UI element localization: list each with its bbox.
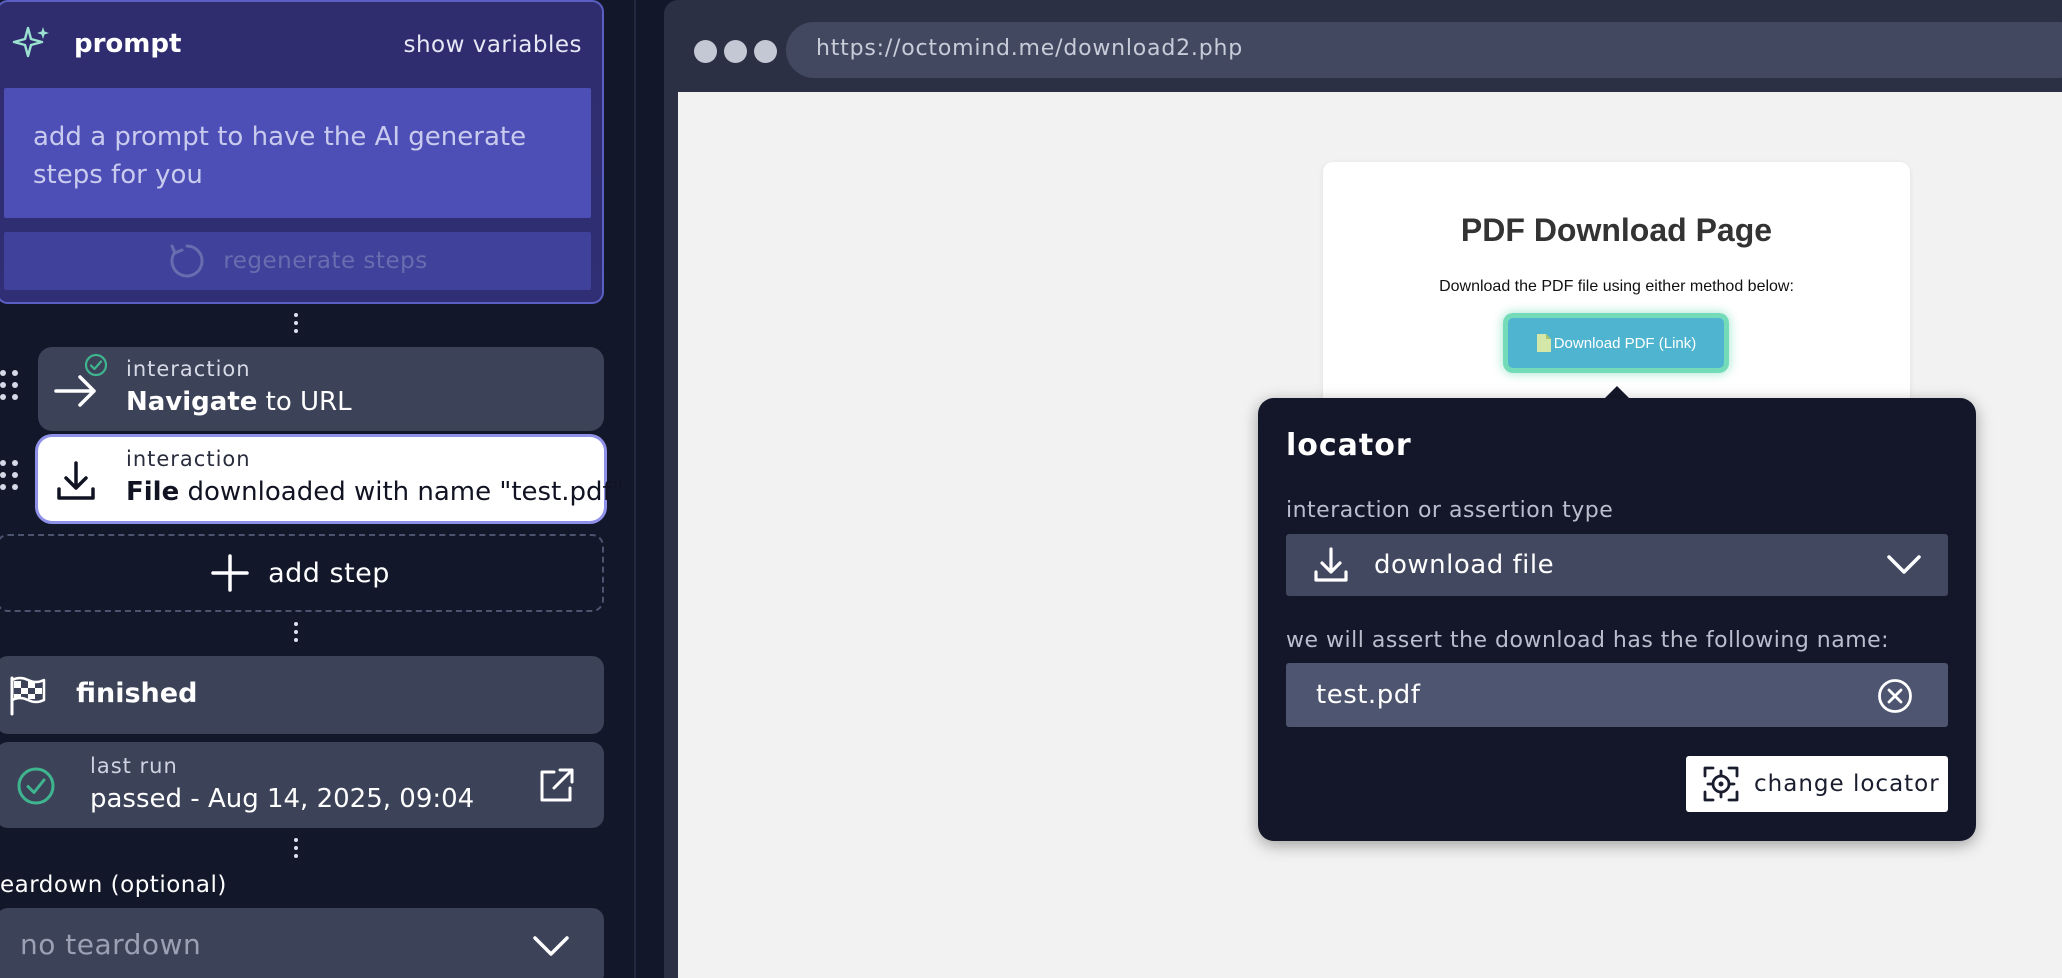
crosshair-icon [1703,766,1739,802]
test-editor-panel: prompt show variables add a prompt to ha… [0,0,636,978]
regenerate-steps-button[interactable]: regenerate steps [4,232,591,290]
window-controls [694,40,777,63]
finished-label: finished [76,678,198,709]
locator-title: locator [1286,428,1412,463]
plus-icon [211,554,249,592]
step-description: File downloaded with name "test.pdf" [126,477,624,507]
chevron-down-icon [1887,555,1921,574]
panel-divider [634,0,636,978]
checkered-flag-icon [10,676,46,716]
refresh-icon [170,244,204,278]
download-name-label: we will assert the download has the foll… [1286,628,1890,653]
connector-dots [293,838,299,858]
document-icon [1536,334,1551,352]
prompt-header: prompt show variables [12,24,592,68]
connector-dots [293,622,299,642]
prompt-input[interactable]: add a prompt to have the AI generate ste… [4,88,591,218]
download-pdf-link-button[interactable]: Download PDF (Link) [1508,318,1724,368]
prompt-card: prompt show variables add a prompt to ha… [0,0,604,304]
check-circle-icon [17,767,55,805]
page-subtitle: Download the PDF file using either metho… [1439,278,1794,295]
show-variables-button[interactable]: show variables [403,32,582,58]
regenerate-steps-label: regenerate steps [223,248,428,274]
step-description: Navigate to URL [126,387,352,417]
download-icon [57,461,95,500]
drag-handle[interactable] [0,370,22,404]
drag-handle[interactable] [0,460,22,494]
download-name-input[interactable] [1286,663,1948,727]
change-locator-button[interactable]: change locator [1686,756,1948,812]
step-kind: interaction [126,447,251,471]
url-text: https://octomind.me/download2.php [816,36,1243,61]
type-label: interaction or assertion type [1286,498,1614,523]
external-link-icon[interactable] [536,766,576,806]
last-run-label: last run [90,754,178,778]
finished-step: finished [0,656,604,734]
interaction-type-value: download file [1374,550,1555,580]
add-step-button[interactable]: add step [0,534,604,612]
change-locator-label: change locator [1754,771,1940,797]
teardown-select[interactable]: no teardown [0,908,604,978]
download-icon [1314,547,1348,582]
step-kind: interaction [126,357,251,381]
connector-dots [293,313,299,333]
pdf-download-card: PDF Download Page Download the PDF file … [1323,162,1910,412]
step-detail: to URL [257,387,352,417]
check-circle-icon [84,353,108,377]
teardown-value: no teardown [20,928,202,961]
step-action: File [126,477,180,507]
download-pdf-label: Download PDF (Link) [1553,334,1697,352]
chevron-down-icon [533,936,569,956]
teardown-label: eardown (optional) [0,872,227,898]
page-title: PDF Download Page [1460,212,1773,248]
clear-circle-icon[interactable] [1876,677,1914,715]
locator-popover: locator interaction or assertion type do… [1258,398,1976,841]
step-navigate[interactable]: interaction Navigate to URL [38,347,604,431]
add-step-label: add step [268,557,390,589]
last-run-value: passed - Aug 14, 2025, 09:04 [90,784,475,814]
step-file-downloaded[interactable]: interaction File downloaded with name "t… [38,437,624,521]
interaction-type-select[interactable]: download file [1286,534,1948,596]
sparkle-icon [12,26,49,58]
prompt-title: prompt [74,29,182,59]
last-run-card: last run passed - Aug 14, 2025, 09:04 [0,742,604,828]
step-detail: downloaded with name "test.pdf" [179,477,624,507]
url-bar[interactable]: https://octomind.me/download2.php [786,22,2062,78]
step-action: Navigate [126,387,258,417]
